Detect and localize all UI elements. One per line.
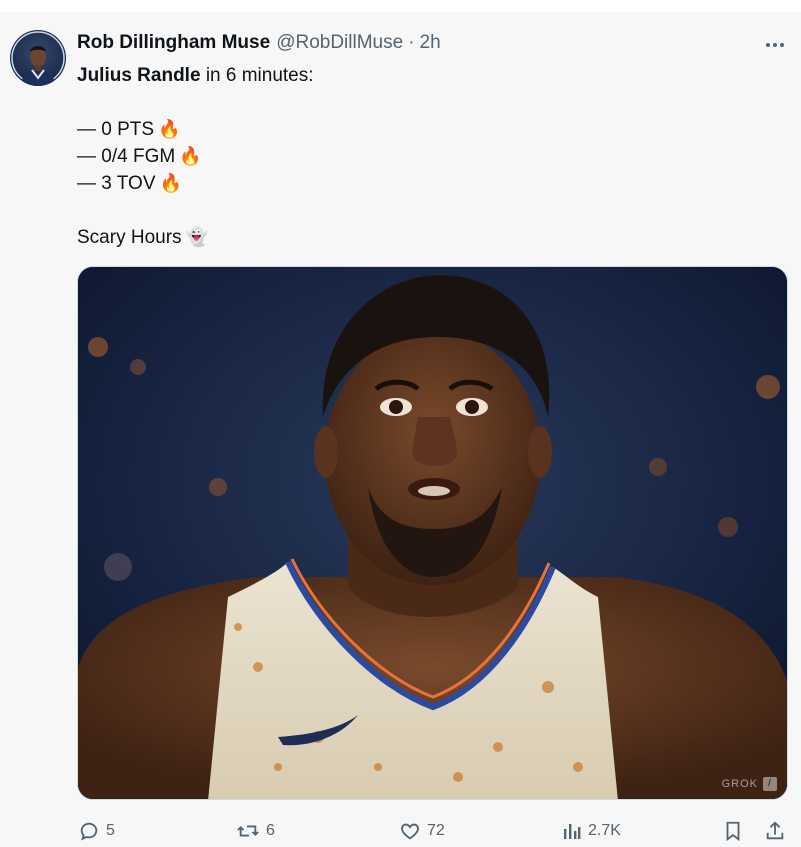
subject-rest: in 6 minutes: [205, 65, 314, 86]
views-button[interactable]: 2.7K [562, 816, 621, 846]
closing-text: Scary Hours [77, 227, 182, 248]
text-line-subject: Julius Randle in 6 minutes: [77, 62, 777, 89]
stat-line-fgm: — 0/4 FGM 🔥 [77, 143, 777, 170]
share-icon [764, 820, 786, 842]
tweet-image[interactable]: GROK / [77, 266, 788, 800]
like-button[interactable]: 72 [399, 816, 445, 846]
watermark-text: GROK [721, 778, 758, 790]
views-icon [562, 821, 582, 841]
view-count: 2.7K [588, 822, 621, 839]
repost-button[interactable]: 6 [236, 816, 275, 846]
stat-line-points: — 0 PTS 🔥 [77, 116, 777, 143]
stat-line-tov: — 3 TOV 🔥 [77, 170, 777, 197]
author-name[interactable]: Rob Dillingham Muse [77, 32, 270, 54]
stat-points: — 0 PTS [77, 119, 155, 140]
author-handle[interactable]: @RobDillMuse [276, 32, 403, 54]
stat-fgm: — 0/4 FGM [77, 146, 176, 167]
bookmark-button[interactable] [723, 816, 743, 846]
player-name: Julius Randle [77, 65, 201, 86]
tweet-header: Rob Dillingham Muse @RobDillMuse · 2h [77, 32, 441, 56]
closing-line: Scary Hours 👻 [77, 224, 777, 251]
fire-emoji: 🔥 [159, 173, 182, 193]
avatar[interactable] [10, 30, 66, 86]
like-count: 72 [427, 822, 445, 839]
bookmark-icon [723, 820, 743, 842]
separator-dot: · [408, 32, 415, 53]
repost-icon [236, 820, 260, 842]
reply-button[interactable]: 5 [78, 816, 115, 846]
fire-emoji: 🔥 [158, 119, 181, 139]
share-button[interactable] [764, 816, 786, 846]
repost-count: 6 [266, 822, 275, 839]
timestamp[interactable]: 2h [420, 32, 441, 54]
stat-tov: — 3 TOV [77, 173, 156, 194]
tweet-text: Julius Randle in 6 minutes: — 0 PTS 🔥 — 0… [77, 62, 777, 251]
like-icon [399, 820, 421, 842]
reply-icon [78, 820, 100, 842]
more-icon[interactable] [758, 34, 792, 56]
tweet-card[interactable]: Rob Dillingham Muse @RobDillMuse · 2h Ju… [0, 12, 801, 847]
grok-watermark: GROK / [722, 777, 777, 791]
action-bar: 5 6 72 2.7K [0, 816, 801, 846]
fire-emoji: 🔥 [179, 146, 202, 166]
watermark-icon: / [763, 777, 777, 791]
reply-count: 5 [106, 822, 115, 839]
ghost-emoji: 👻 [185, 227, 208, 247]
